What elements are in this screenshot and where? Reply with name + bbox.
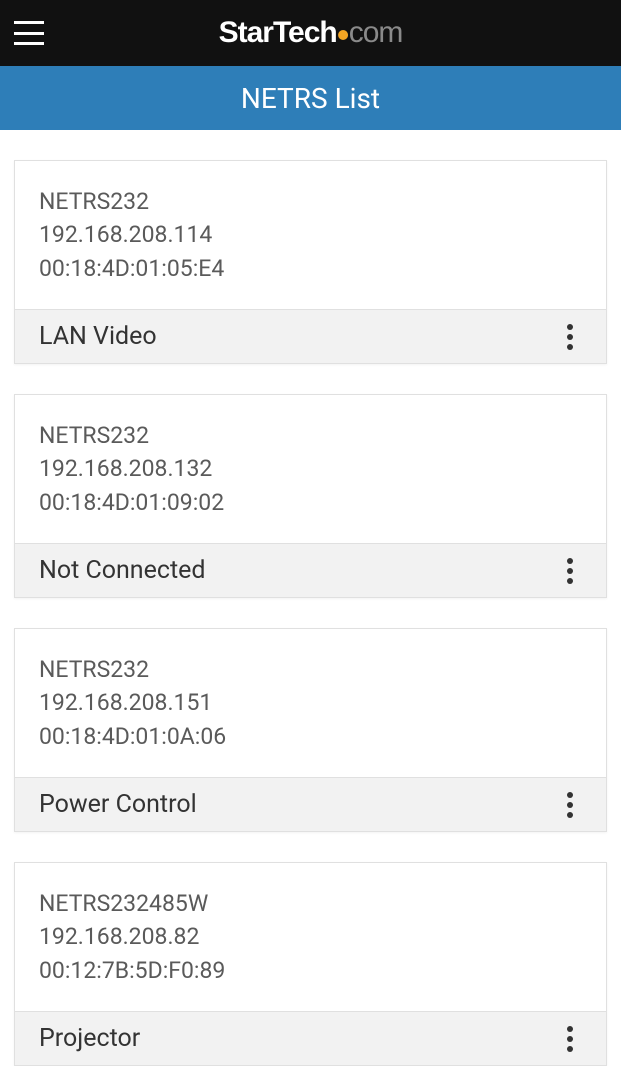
device-ip: 192.168.208.82 [39, 920, 582, 953]
device-card[interactable]: NETRS232 192.168.208.151 00:18:4D:01:0A:… [14, 628, 607, 832]
device-model: NETRS232485W [39, 887, 582, 920]
device-card[interactable]: NETRS232 192.168.208.132 00:18:4D:01:09:… [14, 394, 607, 598]
logo-dot-icon [338, 30, 348, 40]
device-footer: LAN Video [15, 309, 606, 363]
logo-part3: com [349, 16, 403, 50]
device-mac: 00:18:4D:01:0A:06 [39, 720, 582, 753]
device-model: NETRS232 [39, 419, 582, 452]
device-footer: Power Control [15, 777, 606, 831]
device-ip: 192.168.208.114 [39, 218, 582, 251]
device-label: Power Control [39, 790, 197, 819]
device-list: NETRS232 192.168.208.114 00:18:4D:01:05:… [0, 130, 621, 1066]
device-label: LAN Video [39, 322, 157, 351]
hamburger-menu-icon[interactable] [14, 21, 44, 45]
page-title: NETRS List [241, 82, 380, 115]
kebab-menu-icon[interactable] [558, 791, 582, 819]
logo-part1: Star [219, 16, 273, 50]
device-label: Projector [39, 1024, 140, 1053]
device-mac: 00:12:7B:5D:F0:89 [39, 954, 582, 987]
device-card[interactable]: NETRS232485W 192.168.208.82 00:12:7B:5D:… [14, 862, 607, 1066]
kebab-menu-icon[interactable] [558, 557, 582, 585]
kebab-menu-icon[interactable] [558, 1025, 582, 1053]
device-info: NETRS232 192.168.208.132 00:18:4D:01:09:… [15, 395, 606, 543]
device-model: NETRS232 [39, 185, 582, 218]
device-model: NETRS232 [39, 653, 582, 686]
device-info: NETRS232 192.168.208.114 00:18:4D:01:05:… [15, 161, 606, 309]
kebab-menu-icon[interactable] [558, 323, 582, 351]
device-info: NETRS232 192.168.208.151 00:18:4D:01:0A:… [15, 629, 606, 777]
device-card[interactable]: NETRS232 192.168.208.114 00:18:4D:01:05:… [14, 160, 607, 364]
device-mac: 00:18:4D:01:05:E4 [39, 252, 582, 285]
device-info: NETRS232485W 192.168.208.82 00:12:7B:5D:… [15, 863, 606, 1011]
device-ip: 192.168.208.132 [39, 452, 582, 485]
device-footer: Projector [15, 1011, 606, 1065]
app-logo: StarTechcom [219, 16, 403, 50]
app-header: StarTechcom [0, 0, 621, 66]
title-bar: NETRS List [0, 66, 621, 130]
device-mac: 00:18:4D:01:09:02 [39, 486, 582, 519]
device-label: Not Connected [39, 556, 206, 585]
device-ip: 192.168.208.151 [39, 686, 582, 719]
device-footer: Not Connected [15, 543, 606, 597]
logo-part2: Tech [273, 16, 337, 50]
